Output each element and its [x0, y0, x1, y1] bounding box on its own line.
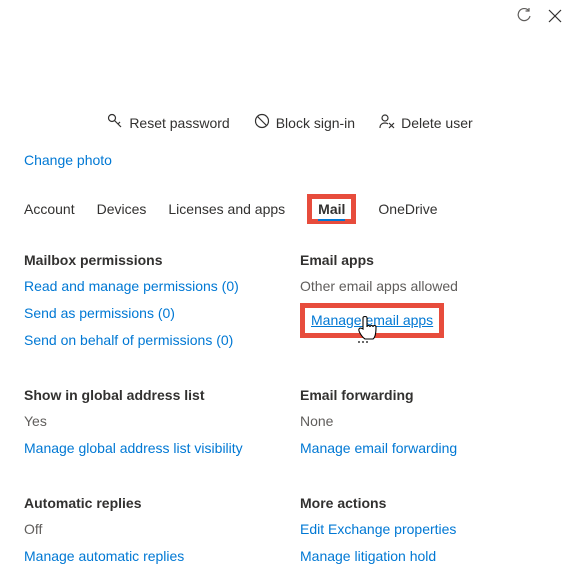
block-signin-button[interactable]: Block sign-in — [254, 113, 355, 132]
delete-user-button[interactable]: Delete user — [379, 113, 473, 132]
section-automatic-replies: Automatic replies Off Manage automatic r… — [24, 495, 280, 573]
send-as-permissions-link[interactable]: Send as permissions (0) — [24, 303, 280, 324]
email-forwarding-title: Email forwarding — [300, 387, 556, 403]
manage-litigation-link[interactable]: Manage litigation hold — [300, 546, 556, 567]
block-signin-label: Block sign-in — [276, 115, 355, 131]
section-mailbox-permissions: Mailbox permissions Read and manage perm… — [24, 252, 280, 357]
highlight-manage-email-apps: Manage email apps — [300, 303, 444, 338]
tab-mail[interactable]: Mail — [318, 199, 345, 221]
tab-onedrive[interactable]: OneDrive — [378, 199, 437, 219]
delete-user-icon — [379, 113, 395, 132]
global-address-title: Show in global address list — [24, 387, 280, 403]
section-global-address: Show in global address list Yes Manage g… — [24, 387, 280, 465]
email-forwarding-value: None — [300, 411, 556, 432]
global-address-value: Yes — [24, 411, 280, 432]
send-on-behalf-permissions-link[interactable]: Send on behalf of permissions (0) — [24, 330, 280, 351]
section-more-actions: More actions Edit Exchange properties Ma… — [300, 495, 556, 573]
email-apps-status: Other email apps allowed — [300, 276, 556, 297]
section-email-apps: Email apps Other email apps allowed Mana… — [300, 252, 556, 357]
action-bar: Reset password Block sign-in Delete user — [24, 113, 556, 132]
automatic-replies-title: Automatic replies — [24, 495, 280, 511]
read-manage-permissions-link[interactable]: Read and manage permissions (0) — [24, 276, 280, 297]
delete-user-label: Delete user — [401, 115, 473, 131]
refresh-icon[interactable] — [516, 8, 532, 24]
tabs: Account Devices Licenses and apps Mail O… — [24, 194, 556, 224]
manage-email-forwarding-link[interactable]: Manage email forwarding — [300, 438, 556, 459]
manage-email-apps-link[interactable]: Manage email apps — [311, 312, 433, 328]
email-apps-title: Email apps — [300, 252, 556, 268]
more-actions-title: More actions — [300, 495, 556, 511]
mailbox-permissions-title: Mailbox permissions — [24, 252, 280, 268]
content-grid: Mailbox permissions Read and manage perm… — [24, 252, 556, 573]
window-controls — [516, 8, 562, 24]
section-email-forwarding: Email forwarding None Manage email forwa… — [300, 387, 556, 465]
close-icon[interactable] — [548, 9, 562, 23]
block-icon — [254, 113, 270, 132]
manage-automatic-replies-link[interactable]: Manage automatic replies — [24, 546, 280, 567]
reset-password-label: Reset password — [129, 115, 229, 131]
tab-devices[interactable]: Devices — [97, 199, 147, 219]
change-photo-link[interactable]: Change photo — [24, 152, 112, 168]
reset-password-button[interactable]: Reset password — [107, 113, 229, 132]
manage-global-address-link[interactable]: Manage global address list visibility — [24, 438, 280, 459]
edit-exchange-link[interactable]: Edit Exchange properties — [300, 519, 556, 540]
tab-licenses[interactable]: Licenses and apps — [168, 199, 285, 219]
highlight-mail-tab: Mail — [307, 194, 356, 224]
automatic-replies-value: Off — [24, 519, 280, 540]
tab-account[interactable]: Account — [24, 199, 75, 219]
key-icon — [107, 113, 123, 132]
